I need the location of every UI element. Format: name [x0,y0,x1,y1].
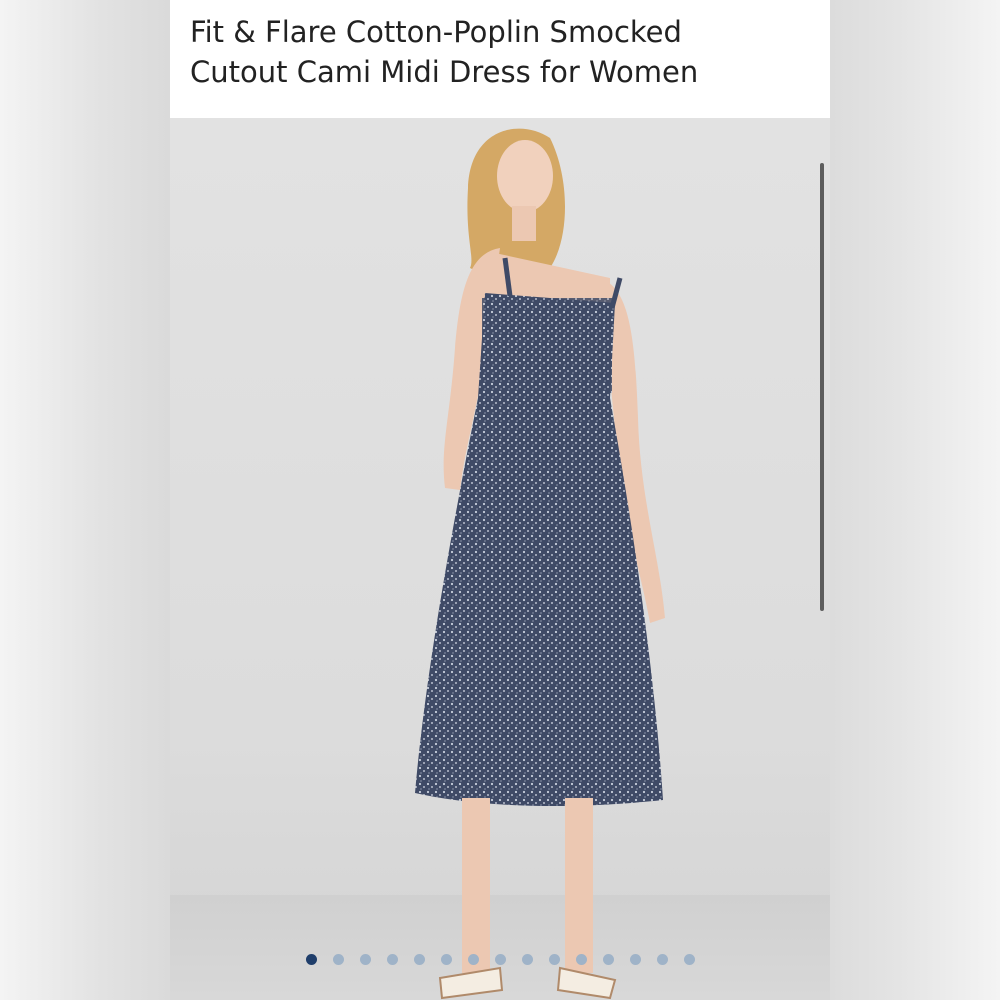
scrollbar[interactable] [820,163,824,611]
right-blurred-background [830,0,1000,1000]
model-illustration [415,128,665,1000]
carousel-dot[interactable] [413,954,425,965]
carousel-dot[interactable] [575,954,587,965]
product-title-line-1: Fit & Flare Cotton-Poplin Smocked [190,15,682,49]
left-leg-shape [462,798,490,973]
product-image[interactable] [170,118,830,1000]
carousel-dot[interactable] [467,954,479,965]
carousel-dot[interactable] [656,954,668,965]
carousel-pagination [170,954,830,965]
carousel-dot[interactable] [494,954,506,965]
product-title: Fit & Flare Cotton-Poplin Smocked Cutout… [190,12,810,92]
carousel-dot[interactable] [332,954,344,965]
face-shape [497,140,553,212]
carousel-dot[interactable] [359,954,371,965]
left-blurred-background [0,0,170,1000]
right-leg-shape [565,798,593,973]
carousel-dot[interactable] [629,954,641,965]
carousel-dot[interactable] [305,954,317,965]
carousel-dot[interactable] [683,954,695,965]
carousel-dot[interactable] [386,954,398,965]
product-title-line-2: Cutout Cami Midi Dress for Women [190,55,699,89]
product-card: Fit & Flare Cotton-Poplin Smocked Cutout… [170,0,830,1000]
carousel-dot[interactable] [602,954,614,965]
carousel-dot[interactable] [440,954,452,965]
left-sandal-shape [438,966,504,1000]
carousel-dot[interactable] [548,954,560,965]
carousel-dot[interactable] [521,954,533,965]
